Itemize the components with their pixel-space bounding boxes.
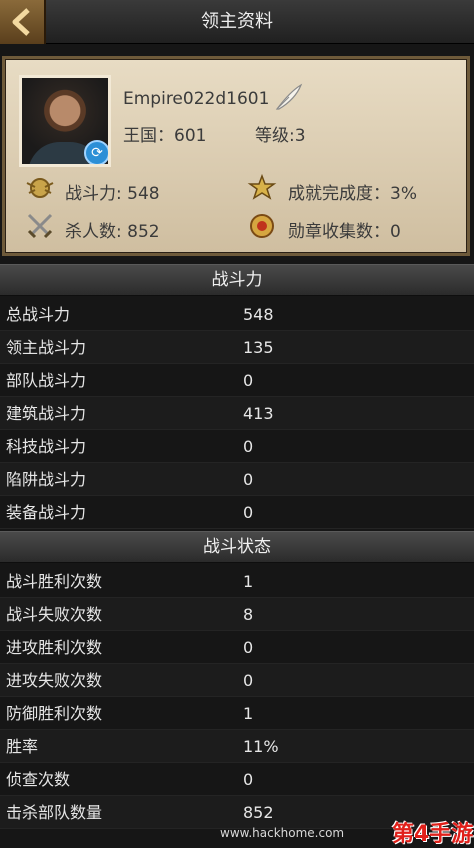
row-value: 0 (243, 671, 254, 690)
row-value: 413 (243, 404, 274, 423)
page-title: 领主资料 (201, 11, 273, 32)
table-row: 建筑战斗力 413 (0, 397, 474, 430)
refresh-icon[interactable]: ⟳ (84, 140, 108, 164)
row-label: 侦查次数 (6, 770, 71, 789)
kills-value: 杀人数: 852 (65, 222, 160, 242)
row-value: 8 (243, 605, 254, 624)
row-label: 装备战斗力 (6, 503, 87, 522)
achievement-icon (247, 173, 277, 200)
power-value: 战斗力: 548 (65, 184, 160, 204)
row-label: 陷阱战斗力 (6, 470, 87, 489)
medals-value: 勋章收集数：0 (288, 222, 401, 242)
row-value: 852 (243, 803, 274, 822)
row-value: 0 (243, 503, 254, 522)
avatar[interactable]: ⟳ (19, 75, 111, 167)
row-label: 部队战斗力 (6, 371, 87, 390)
table-row: 战斗失败次数 8 (0, 598, 474, 631)
table-row: 领主战斗力 135 (0, 331, 474, 364)
table-row: 部队战斗力 0 (0, 364, 474, 397)
power-icon (26, 178, 54, 198)
table-row: 进攻胜利次数 0 (0, 631, 474, 664)
row-value: 135 (243, 338, 274, 357)
medal-icon (250, 214, 274, 238)
table-row: 进攻失败次数 0 (0, 664, 474, 697)
table-row: 胜率 11% (0, 730, 474, 763)
row-label: 战斗失败次数 (6, 605, 103, 624)
row-label: 击杀部队数量 (6, 803, 103, 822)
table-row: 侦查次数 0 (0, 763, 474, 796)
row-label: 科技战斗力 (6, 437, 87, 456)
row-value: 548 (243, 305, 274, 324)
top-bar: 领主资料 (0, 0, 474, 44)
row-value: 0 (243, 371, 254, 390)
table-row: 陷阱战斗力 0 (0, 463, 474, 496)
row-label: 胜率 (6, 737, 39, 756)
table-row: 总战斗力 548 (0, 298, 474, 331)
player-name: Empire022d1601 (123, 89, 270, 109)
row-label: 领主战斗力 (6, 338, 87, 357)
section-header-combat-power: 战斗力 (0, 264, 474, 296)
achievement-value: 成就完成度：3% (288, 184, 417, 204)
row-value: 11% (243, 737, 279, 756)
row-value: 1 (243, 572, 254, 591)
table-row: 防御胜利次数 1 (0, 697, 474, 730)
row-label: 进攻失败次数 (6, 671, 103, 690)
edit-quill-icon[interactable] (271, 81, 305, 115)
table-row: 装备战斗力 0 (0, 496, 474, 529)
table-row: 科技战斗力 0 (0, 430, 474, 463)
row-value: 0 (243, 470, 254, 489)
row-value: 0 (243, 437, 254, 456)
watermark-url: www.hackhome.com (220, 826, 345, 840)
row-label: 建筑战斗力 (6, 404, 87, 423)
table-row: 战斗胜利次数 1 (0, 565, 474, 598)
row-label: 总战斗力 (6, 305, 71, 324)
row-value: 0 (243, 770, 254, 789)
profile-card: ⟳ Empire022d1601 王国：601 等级:3 战斗力: 548 成就… (2, 56, 470, 256)
watermark-logo: 第4手游 (392, 822, 474, 847)
row-label: 战斗胜利次数 (6, 572, 103, 591)
level-label: 等级:3 (255, 126, 306, 146)
kingdom-label: 王国：601 (123, 126, 207, 146)
row-label: 防御胜利次数 (6, 704, 103, 723)
section-header-combat-status: 战斗状态 (0, 531, 474, 563)
row-label: 进攻胜利次数 (6, 638, 103, 657)
swords-icon (27, 213, 53, 239)
row-value: 0 (243, 638, 254, 657)
row-value: 1 (243, 704, 254, 723)
